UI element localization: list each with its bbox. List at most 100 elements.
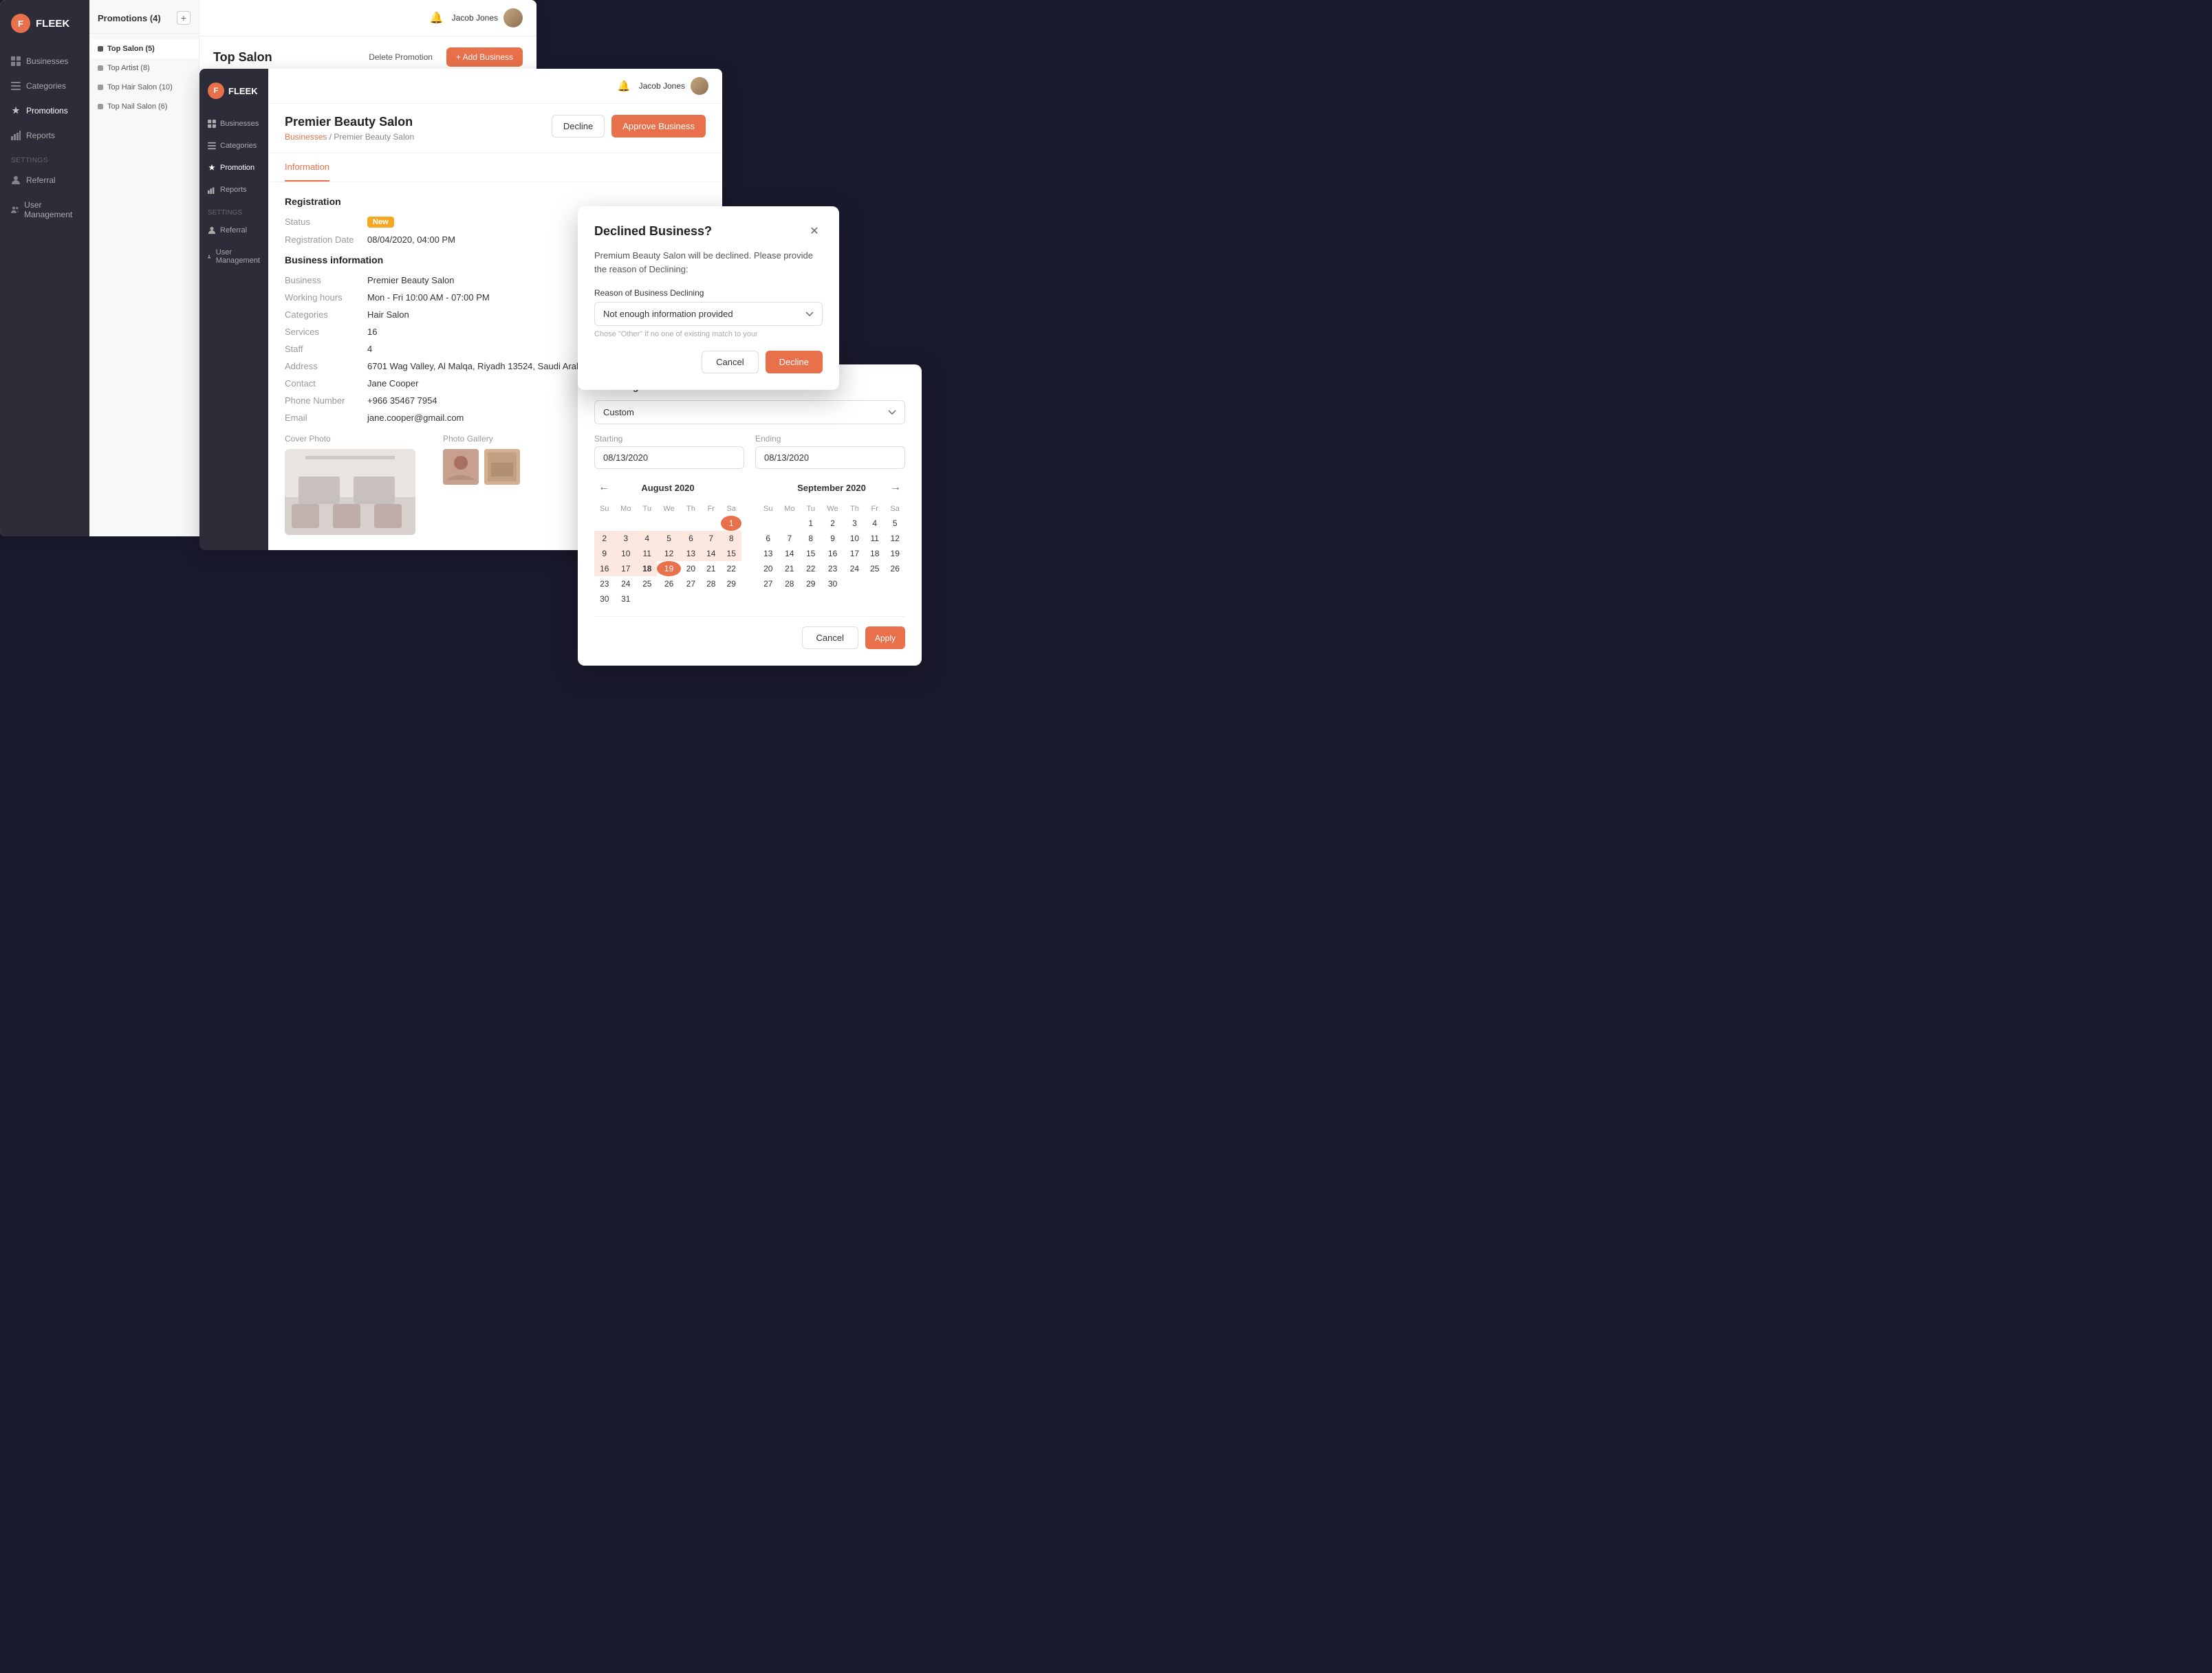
- date-range-type-select[interactable]: Custom: [594, 400, 905, 424]
- cal-day[interactable]: 7: [779, 531, 801, 546]
- cal-day[interactable]: 13: [681, 546, 701, 561]
- cal-day[interactable]: 28: [701, 576, 721, 591]
- breadcrumb-parent[interactable]: Businesses: [285, 132, 327, 142]
- cal-day[interactable]: 3: [615, 531, 638, 546]
- add-business-button[interactable]: + Add Business: [446, 47, 523, 67]
- cal-day[interactable]: 24: [845, 561, 865, 576]
- detail-bell-icon[interactable]: 🔔: [618, 80, 631, 92]
- starting-date-input[interactable]: [594, 446, 744, 469]
- cal-day[interactable]: 26: [657, 576, 680, 591]
- ending-date-input[interactable]: [755, 446, 905, 469]
- cal-day[interactable]: 15: [721, 546, 741, 561]
- cal-day[interactable]: 29: [721, 576, 741, 591]
- cal-day[interactable]: 27: [758, 576, 779, 591]
- cal-day[interactable]: 22: [721, 561, 741, 576]
- detail-sidebar-item-businesses[interactable]: Businesses: [199, 113, 268, 135]
- cal-day[interactable]: 29: [801, 576, 821, 591]
- cal-day[interactable]: 11: [637, 546, 657, 561]
- sidebar-item-promotions[interactable]: Promotions: [0, 99, 89, 122]
- detail-logo-icon: F: [208, 83, 224, 99]
- cal-next-button[interactable]: →: [886, 480, 905, 495]
- approve-button[interactable]: Approve Business: [611, 115, 706, 138]
- cal-day[interactable]: 16: [594, 561, 615, 576]
- cal-day[interactable]: 19: [885, 546, 905, 561]
- cal-day[interactable]: 8: [721, 531, 741, 546]
- detail-sidebar-item-categories[interactable]: Categories: [199, 135, 268, 157]
- date-cancel-button[interactable]: Cancel: [802, 626, 858, 649]
- cal-day[interactable]: 17: [845, 546, 865, 561]
- cal-day[interactable]: 12: [657, 546, 680, 561]
- cal-day[interactable]: 11: [865, 531, 885, 546]
- cal-day[interactable]: 13: [758, 546, 779, 561]
- promo-item-top-artist[interactable]: Top Artist (8): [89, 58, 199, 78]
- cal-prev-button[interactable]: ←: [594, 480, 614, 495]
- cal-day[interactable]: 3: [845, 516, 865, 531]
- notification-bell-icon[interactable]: 🔔: [430, 11, 444, 25]
- cal-day[interactable]: 6: [758, 531, 779, 546]
- modal-decline-button[interactable]: Decline: [766, 351, 823, 373]
- cal-day[interactable]: 20: [758, 561, 779, 576]
- sidebar-item-referral[interactable]: Referral: [0, 168, 89, 192]
- cal-day[interactable]: 27: [681, 576, 701, 591]
- cal-day[interactable]: 28: [779, 576, 801, 591]
- cal-day[interactable]: 2: [594, 531, 615, 546]
- cal-day[interactable]: 18: [637, 561, 657, 576]
- cal-day[interactable]: 31: [615, 591, 638, 606]
- cal-day[interactable]: 6: [681, 531, 701, 546]
- cal-day[interactable]: 10: [845, 531, 865, 546]
- modal-close-button[interactable]: ✕: [806, 223, 823, 239]
- decline-button[interactable]: Decline: [552, 115, 605, 138]
- tab-information[interactable]: Information: [285, 153, 329, 182]
- cal-day[interactable]: 10: [615, 546, 638, 561]
- cal-day[interactable]: 9: [594, 546, 615, 561]
- cal-day[interactable]: 30: [821, 576, 844, 591]
- cal-day[interactable]: 30: [594, 591, 615, 606]
- cal-day[interactable]: 14: [779, 546, 801, 561]
- cal-day[interactable]: 25: [637, 576, 657, 591]
- promo-item-top-hair[interactable]: Top Hair Salon (10): [89, 78, 199, 97]
- cal-day[interactable]: 12: [885, 531, 905, 546]
- sidebar-item-businesses[interactable]: Businesses: [0, 50, 89, 73]
- cal-day[interactable]: 1: [721, 516, 741, 531]
- cal-day[interactable]: 8: [801, 531, 821, 546]
- cal-day[interactable]: 1: [801, 516, 821, 531]
- delete-promotion-button[interactable]: Delete Promotion: [362, 48, 440, 66]
- cal-day[interactable]: 4: [865, 516, 885, 531]
- cal-day[interactable]: 23: [821, 561, 844, 576]
- detail-sidebar-item-promotion[interactable]: Promotion: [199, 157, 268, 179]
- sidebar-item-user-management[interactable]: User Management: [0, 193, 89, 226]
- starting-date-group: Starting: [594, 434, 744, 469]
- info-value: Premier Beauty Salon: [367, 275, 454, 285]
- promo-item-top-nail[interactable]: Top Nail Salon (6): [89, 97, 199, 116]
- cal-day[interactable]: 26: [885, 561, 905, 576]
- cal-day[interactable]: 16: [821, 546, 844, 561]
- date-apply-button[interactable]: Apply: [865, 626, 905, 649]
- cal-day[interactable]: 25: [865, 561, 885, 576]
- add-promotion-button[interactable]: +: [177, 11, 191, 25]
- cal-day[interactable]: 21: [779, 561, 801, 576]
- sidebar-item-categories[interactable]: Categories: [0, 74, 89, 98]
- cal-day[interactable]: 14: [701, 546, 721, 561]
- modal-cancel-button[interactable]: Cancel: [702, 351, 758, 373]
- cal-day[interactable]: 17: [615, 561, 638, 576]
- cal-day[interactable]: 18: [865, 546, 885, 561]
- cal-day[interactable]: 5: [885, 516, 905, 531]
- cal-day[interactable]: 15: [801, 546, 821, 561]
- cal-day[interactable]: 22: [801, 561, 821, 576]
- reason-select[interactable]: Not enough information provided: [594, 302, 823, 326]
- cal-day[interactable]: 4: [637, 531, 657, 546]
- cal-day[interactable]: 9: [821, 531, 844, 546]
- cal-day[interactable]: 19: [657, 561, 680, 576]
- cal-day[interactable]: 21: [701, 561, 721, 576]
- sidebar-item-reports[interactable]: Reports: [0, 124, 89, 147]
- cal-day[interactable]: 24: [615, 576, 638, 591]
- cal-day[interactable]: 5: [657, 531, 680, 546]
- detail-sidebar-item-reports[interactable]: Reports: [199, 179, 268, 201]
- cal-day[interactable]: 7: [701, 531, 721, 546]
- cal-day[interactable]: 20: [681, 561, 701, 576]
- cal-day[interactable]: 2: [821, 516, 844, 531]
- cal-day[interactable]: 23: [594, 576, 615, 591]
- promo-item-top-salon[interactable]: Top Salon (5): [89, 39, 199, 58]
- detail-sidebar-item-referral[interactable]: Referral: [199, 219, 268, 241]
- detail-sidebar-item-usermgmt[interactable]: User Management: [199, 241, 268, 272]
